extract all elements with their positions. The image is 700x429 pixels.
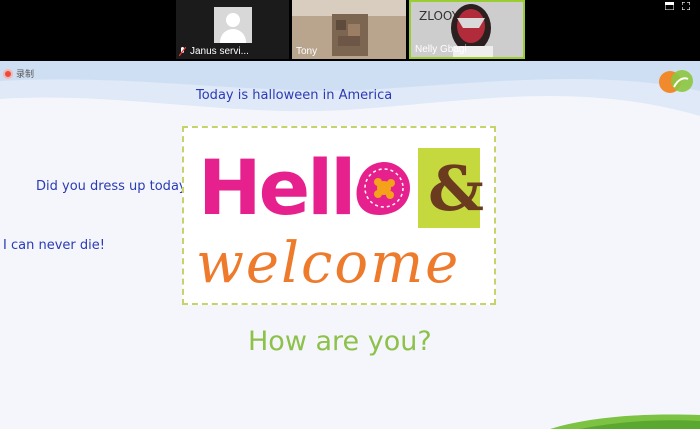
avatar-placeholder-icon xyxy=(214,7,252,43)
participant-tile-nelly[interactable]: ZLOOY Nelly Gbagi xyxy=(409,0,525,59)
slide-message: Did you dress up today xyxy=(36,179,187,194)
fullscreen-icon[interactable] xyxy=(682,2,690,10)
welcome-text: welcome xyxy=(196,231,460,296)
recording-label: 录制 xyxy=(16,69,35,79)
recording-indicator[interactable]: 录制 xyxy=(3,67,34,80)
grass-decoration xyxy=(550,414,700,429)
greeting-text: How are you? xyxy=(248,326,432,357)
participant-name: Nelly Gbagi xyxy=(415,44,467,55)
slide-message: I can never die! xyxy=(3,238,105,253)
hello-welcome-card: Hello & welcome xyxy=(182,126,496,305)
participant-tile-tony[interactable]: Tony xyxy=(292,0,406,59)
mic-muted-icon xyxy=(179,47,186,56)
participant-name: Tony xyxy=(296,46,318,57)
record-icon xyxy=(3,68,13,79)
shared-screen: 录制 Today is halloween in America Did you… xyxy=(0,61,700,429)
hello-welcome-graphic: Hello & welcome xyxy=(196,143,484,296)
slide-message: Today is halloween in America xyxy=(196,88,393,103)
participant-tile-janus[interactable]: Janus servi... xyxy=(176,0,289,59)
participant-name: Janus servi... xyxy=(190,46,249,57)
brand-logo-icon xyxy=(659,70,693,93)
ampersand-text: & xyxy=(428,152,484,225)
layout-icon[interactable] xyxy=(665,2,674,10)
participant-strip: Janus servi... Tony ZLOOY Nelly Gbagi xyxy=(0,0,700,61)
